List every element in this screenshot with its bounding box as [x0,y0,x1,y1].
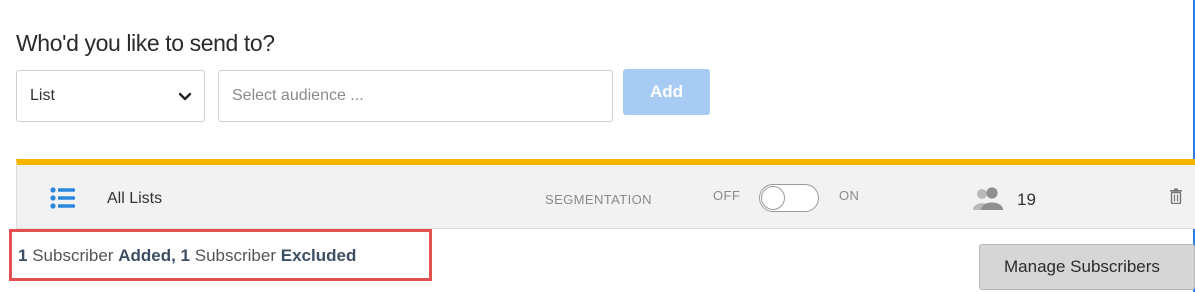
trash-icon[interactable] [1169,188,1183,204]
added-noun: Subscriber [32,246,114,265]
list-name: All Lists [107,190,163,207]
excluded-word: Excluded [280,246,357,265]
summary-text: 1 Subscriber Added, 1 Subscriber Exclude… [18,246,356,266]
segmentation-label: SEGMENTATION [545,192,652,207]
manage-subscribers-button[interactable]: Manage Subscribers [979,244,1195,290]
audience-search-input[interactable] [218,70,613,122]
add-button[interactable]: Add [623,69,710,115]
audience-type-select[interactable]: List [16,70,205,122]
added-count: 1 [18,246,28,265]
audience-type-value: List [30,87,55,104]
segmentation-toggle[interactable] [759,184,819,212]
subscriber-count: 19 [1017,190,1036,209]
subscriber-summary: 1 Subscriber Added, 1 Subscriber Exclude… [9,229,432,281]
list-icon [50,187,75,209]
added-word: Added, [118,246,176,265]
section-title: Who'd you like to send to? [16,30,275,56]
chevron-down-icon [178,92,192,101]
toggle-on-label: ON [839,188,860,203]
toggle-off-label: OFF [713,188,741,203]
list-row: All Lists SEGMENTATION OFF ON 19 [16,159,1195,229]
excluded-count: 1 [180,246,191,265]
people-icon [973,187,1003,210]
excluded-noun: Subscriber [194,246,277,265]
toggle-knob [761,186,785,210]
